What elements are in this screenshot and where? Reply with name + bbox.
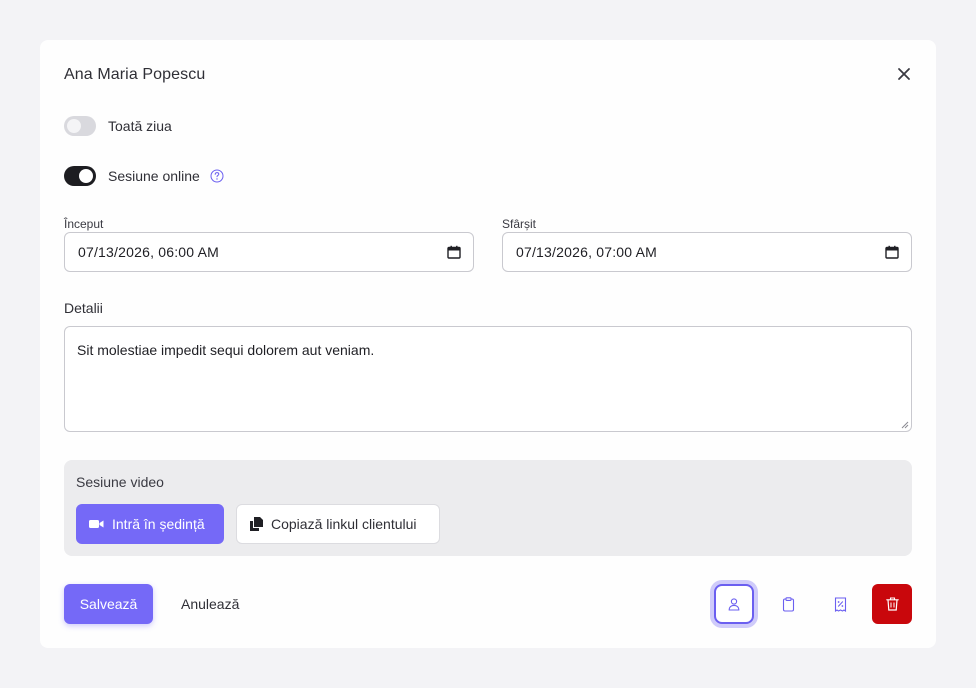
save-button[interactable]: Salvează [64, 584, 153, 624]
details-textarea[interactable]: Sit molestiae impedit sequi dolorem aut … [64, 326, 912, 432]
end-label: Sfârșit [502, 217, 537, 231]
join-session-button[interactable]: Intră în ședință [76, 504, 224, 544]
start-datetime-input[interactable]: 07/13/2026, 06:00 AM [64, 232, 474, 272]
end-value: 07/13/2026, 07:00 AM [516, 244, 657, 260]
start-value: 07/13/2026, 06:00 AM [78, 244, 219, 260]
calendar-icon[interactable] [447, 245, 461, 259]
toggle-knob [67, 119, 81, 133]
appointment-dialog: Ana Maria Popescu Toată ziua Sesiune onl… [40, 40, 936, 648]
close-icon [898, 68, 910, 80]
join-session-label: Intră în ședință [112, 516, 205, 532]
help-circle-icon[interactable] [210, 169, 224, 183]
all-day-row: Toată ziua [64, 116, 172, 136]
all-day-label: Toată ziua [108, 118, 172, 134]
client-profile-button[interactable] [714, 584, 754, 624]
notes-button[interactable] [768, 584, 808, 624]
start-label: Început [64, 217, 104, 231]
copy-client-link-label: Copiază linkul clientului [271, 516, 417, 532]
clipboard-icon [782, 596, 794, 612]
delete-button[interactable] [872, 584, 912, 624]
online-session-row: Sesiune online [64, 166, 224, 186]
video-camera-icon [89, 520, 104, 528]
copy-client-link-button[interactable]: Copiază linkul clientului [236, 504, 440, 544]
end-datetime-input[interactable]: 07/13/2026, 07:00 AM [502, 232, 912, 272]
toggle-knob [79, 169, 93, 183]
video-session-panel: Sesiune video Intră în ședință Copiază l… [64, 460, 912, 556]
copy-icon [250, 517, 263, 531]
calendar-icon[interactable] [885, 245, 899, 259]
close-button[interactable] [892, 62, 916, 86]
user-icon [728, 598, 740, 611]
invoice-button[interactable] [820, 584, 860, 624]
all-day-toggle[interactable] [64, 116, 96, 136]
dialog-title: Ana Maria Popescu [64, 66, 206, 83]
online-session-toggle[interactable] [64, 166, 96, 186]
details-label: Detalii [64, 300, 103, 316]
resize-grip-icon[interactable] [901, 421, 909, 429]
trash-icon [885, 597, 899, 611]
receipt-icon [834, 596, 846, 612]
details-value: Sit molestiae impedit sequi dolorem aut … [77, 342, 375, 358]
online-session-label: Sesiune online [108, 168, 200, 184]
video-session-title: Sesiune video [76, 474, 164, 490]
cancel-button[interactable]: Anulează [169, 584, 251, 624]
